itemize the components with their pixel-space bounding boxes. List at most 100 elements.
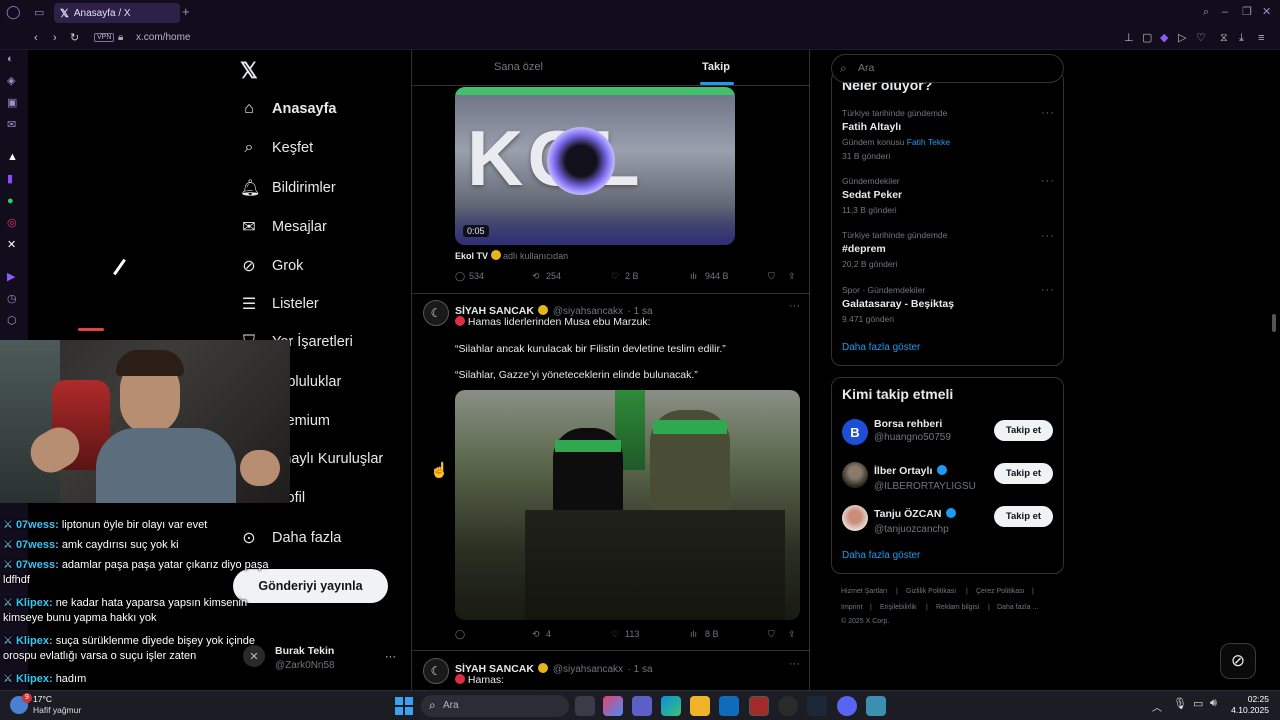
chevron-up-icon[interactable]: ︿ [1152,699,1162,714]
clock-date[interactable]: 4.10.2025 [1228,705,1269,715]
download-icon[interactable]: ⤓ [1239,31,1244,45]
footer-privacy[interactable]: Gizlilik Politikası [906,588,956,595]
views-icon[interactable]: ılı [690,629,697,639]
bookmark-icon[interactable]: ⛉ [768,271,775,282]
footer-cookies[interactable]: Çerez Politikası [976,588,1025,595]
nav-lists[interactable]: ☰ Listeler [240,294,319,314]
twitch-icon[interactable]: ▮ [7,172,13,186]
sidebar-aria-icon[interactable]: ◐ [7,52,14,66]
snapshot-icon[interactable]: ▢ [1142,31,1152,45]
nav-home[interactable]: ⌂ Anasayfa [240,100,336,118]
tweet-author-handle[interactable]: @siyahsancakx [553,664,623,675]
close-icon[interactable]: ✕ [1262,5,1271,19]
nav-more[interactable]: ⊙ Daha fazla [240,528,341,548]
footer-ads-info[interactable]: Reklam bilgisi [936,604,979,611]
video-source[interactable]: Ekol TV adlı kullanıcıdan [455,250,568,261]
trend-extra-link[interactable]: Fatih Tekke [907,137,950,147]
show-more-follow[interactable]: Daha fazla göster [842,550,920,561]
crypto-icon[interactable]: ⬡ [7,314,17,328]
play-icon[interactable]: ▷ [1178,31,1186,45]
follow-button[interactable]: Takip et [994,506,1053,527]
tweet-time[interactable]: · 1 sa [628,664,653,675]
x-logo-icon[interactable]: 𝕏 [240,58,258,84]
task-view-icon[interactable] [575,696,595,716]
share-icon[interactable]: ⇪ [788,629,796,640]
opera-taskbar-icon[interactable] [749,696,769,716]
show-more-trends[interactable]: Daha fazla göster [842,342,920,353]
account-name[interactable]: Burak Tekin [275,645,334,657]
tweet-more-icon[interactable]: ··· [789,300,800,312]
footer-more[interactable]: Daha fazla ... [997,604,1038,611]
url-field[interactable]: x.com/home [136,32,190,43]
microphone-icon[interactable]: 🎙︎ [1173,697,1187,710]
tweet-more-icon[interactable]: ··· [789,658,800,670]
display-icon[interactable]: ▭ [1193,697,1203,710]
file-explorer-icon[interactable] [690,696,710,716]
nav-messages[interactable]: ✉ Mesajlar [240,217,327,237]
trend-item[interactable]: Spor · Gündemdekiler Galatasaray - Beşik… [842,285,954,324]
retweet-icon[interactable]: ⟲ [532,271,540,282]
sidebar-workspace-icon[interactable]: ▣ [7,96,17,110]
search-tabs-icon[interactable]: ⌕ [1203,5,1209,19]
footer-terms[interactable]: Hizmet Şartları [841,588,887,595]
avatar[interactable] [842,462,868,488]
trend-more-icon[interactable]: ··· [1041,175,1055,187]
discord-icon[interactable] [837,696,857,716]
tab-for-you[interactable]: Sana özel [494,61,543,73]
nav-explore[interactable]: ⌕ Keşfet [240,139,314,157]
footer-imprint[interactable]: Imprint [841,604,862,611]
maximize-icon[interactable]: ❐ [1242,5,1252,19]
scrollbar-thumb[interactable] [1272,314,1276,332]
extension-icon[interactable]: ⧖ [1220,31,1228,45]
avatar[interactable]: B [842,419,868,445]
account-more-icon[interactable]: ··· [385,651,396,663]
new-tab-icon[interactable]: + [182,5,190,19]
history-icon[interactable]: ◷ [7,292,17,306]
obs-icon[interactable] [778,696,798,716]
clock-time[interactable]: 02:25 [1236,694,1269,704]
heart-icon[interactable]: ♡ [1196,31,1206,45]
search-input[interactable]: Ara [831,54,1064,83]
follow-button[interactable]: Takip et [994,463,1053,484]
reload-icon[interactable]: ↻ [70,31,79,45]
tweet-avatar[interactable]: ☾ [423,300,449,326]
outlook-icon[interactable] [719,696,739,716]
opera-logo-icon[interactable]: ◯ [6,5,21,19]
windows-start-icon[interactable] [395,697,413,715]
tweet-photo[interactable] [455,390,800,620]
copilot-icon[interactable] [603,696,623,716]
follow-suggestion[interactable]: İlber Ortaylı @ILBERORTAYLIGSU [874,461,976,492]
sidebar-ai-icon[interactable]: ◈ [7,74,15,88]
vpn-badge[interactable]: VPN [94,33,115,42]
grok-floating-button[interactable]: ⊘ [1220,643,1256,679]
steam-icon[interactable] [807,696,827,716]
avatar[interactable] [842,505,868,531]
shield-icon[interactable]: ◆ [1160,31,1168,45]
x-sidebar-icon[interactable]: ✕ [7,238,16,252]
forward-icon[interactable]: › [53,31,57,45]
nav-notifications[interactable]: 🔔︎ Bildirimler [240,178,336,198]
teams-icon[interactable] [632,696,652,716]
footer-accessibility[interactable]: Erişilebilirlik [880,604,917,611]
like-icon[interactable]: ♡ [611,271,619,282]
instagram-icon[interactable]: ◎ [7,216,17,230]
bookmark-icon[interactable]: ⛉ [768,629,775,640]
trend-item[interactable]: Gündemdekiler Sedat Peker 11,3 B gönderi [842,176,902,215]
reply-icon[interactable]: ◯ [455,629,465,640]
taskbar-search[interactable]: Ara [421,695,569,717]
sidebar-app-icon[interactable]: ▲ [7,150,18,164]
follow-button[interactable]: Takip et [994,420,1053,441]
follow-suggestion[interactable]: Tanju ÖZCAN @tanjuozcanchp [874,504,956,535]
trend-item[interactable]: Türkiye tarihinde gündemde Fatih Altaylı… [842,108,950,161]
trend-item[interactable]: Türkiye tarihinde gündemde #deprem 20,2 … [842,230,947,269]
retweet-icon[interactable]: ⟲ [532,629,540,640]
reply-icon[interactable]: ◯ [455,271,465,282]
back-icon[interactable]: ‹ [34,31,38,45]
follow-suggestion[interactable]: Borsa rehberi @huangno50759 [874,418,951,443]
tweet-avatar[interactable]: ☾ [423,658,449,684]
video-source-name[interactable]: Ekol TV [455,251,488,261]
views-icon[interactable]: ılı [690,271,697,281]
tweet-video[interactable]: KOL 0:05 [455,87,735,245]
share-icon[interactable]: ⇪ [788,271,796,282]
volume-icon[interactable]: 🔊︎ [1210,697,1217,710]
